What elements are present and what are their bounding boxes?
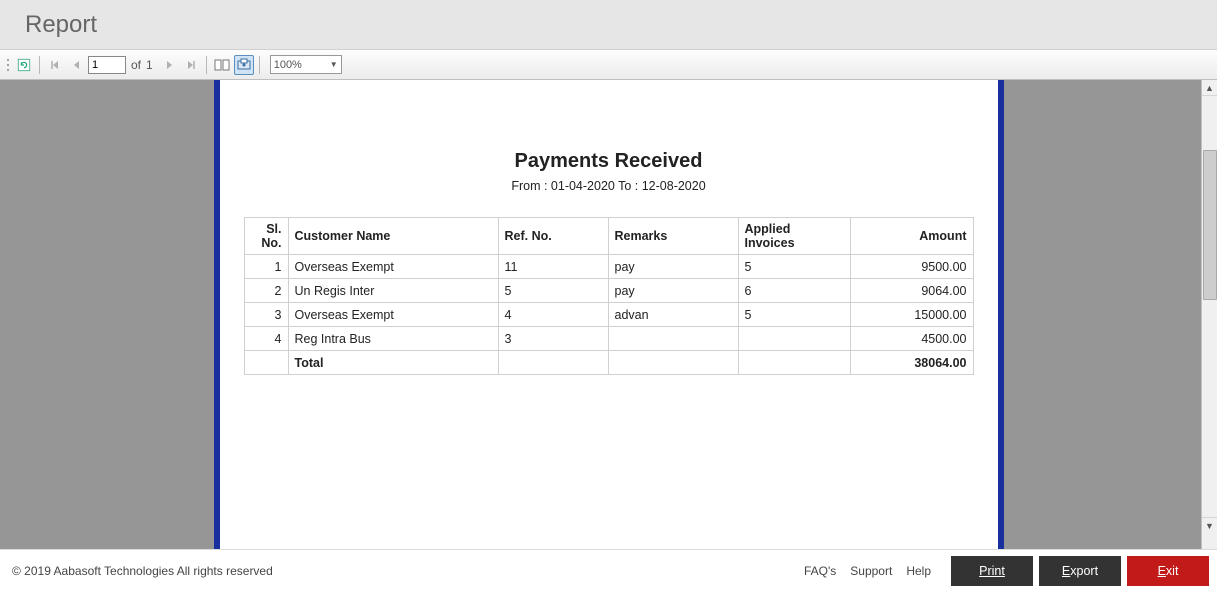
app-footer: © 2019 Aabasoft Technologies All rights … xyxy=(0,549,1217,591)
app-header: Report xyxy=(0,0,1217,50)
scrollbar-thumb[interactable] xyxy=(1203,150,1217,300)
next-page-icon[interactable] xyxy=(159,55,179,75)
col-remarks: Remarks xyxy=(608,218,738,255)
total-label: Total xyxy=(288,351,498,375)
report-viewer: Payments Received From : 01-04-2020 To :… xyxy=(0,80,1217,549)
col-applied: Applied Invoices xyxy=(738,218,850,255)
col-slno: Sl. No. xyxy=(244,218,288,255)
refresh-icon[interactable] xyxy=(14,55,34,75)
table-row: 1 Overseas Exempt 11 pay 5 9500.00 xyxy=(244,255,973,279)
zoom-select[interactable]: 100% ▼ xyxy=(270,55,342,74)
page-layout-icon[interactable] xyxy=(212,55,232,75)
zoom-value: 100% xyxy=(274,59,302,71)
page-number-input[interactable] xyxy=(88,56,126,74)
chevron-down-icon: ▼ xyxy=(330,60,338,69)
print-button[interactable]: Print xyxy=(951,556,1033,586)
report-title: Payments Received xyxy=(220,150,998,173)
toolbar-grip xyxy=(5,56,11,74)
report-toolbar: of 1 100% ▼ xyxy=(0,50,1217,80)
page-title: Report xyxy=(25,11,97,39)
footer-links: FAQ's Support Help xyxy=(804,564,931,578)
table-row: 3 Overseas Exempt 4 advan 5 15000.00 xyxy=(244,303,973,327)
col-customer: Customer Name xyxy=(288,218,498,255)
help-link[interactable]: Help xyxy=(906,564,931,578)
first-page-icon[interactable] xyxy=(45,55,65,75)
export-button[interactable]: Export xyxy=(1039,556,1121,586)
report-subtitle: From : 01-04-2020 To : 12-08-2020 xyxy=(220,179,998,193)
scroll-up-icon[interactable]: ▲ xyxy=(1202,80,1217,96)
print-layout-icon[interactable] xyxy=(234,55,254,75)
of-label: of xyxy=(131,58,141,72)
copyright-text: © 2019 Aabasoft Technologies All rights … xyxy=(12,564,273,578)
total-amount: 38064.00 xyxy=(850,351,973,375)
total-pages: 1 xyxy=(146,58,153,72)
table-total-row: Total 38064.00 xyxy=(244,351,973,375)
exit-button[interactable]: Exit xyxy=(1127,556,1209,586)
last-page-icon[interactable] xyxy=(181,55,201,75)
col-refno: Ref. No. xyxy=(498,218,608,255)
support-link[interactable]: Support xyxy=(850,564,892,578)
prev-page-icon[interactable] xyxy=(67,55,87,75)
report-page: Payments Received From : 01-04-2020 To :… xyxy=(214,80,1004,549)
col-amount: Amount xyxy=(850,218,973,255)
table-row: 4 Reg Intra Bus 3 4500.00 xyxy=(244,327,973,351)
payments-table: Sl. No. Customer Name Ref. No. Remarks A… xyxy=(244,217,974,375)
vertical-scrollbar[interactable]: ▲ ▼ xyxy=(1201,80,1217,549)
table-row: 2 Un Regis Inter 5 pay 6 9064.00 xyxy=(244,279,973,303)
scroll-down-icon[interactable]: ▼ xyxy=(1202,517,1217,533)
table-header-row: Sl. No. Customer Name Ref. No. Remarks A… xyxy=(244,218,973,255)
faqs-link[interactable]: FAQ's xyxy=(804,564,836,578)
